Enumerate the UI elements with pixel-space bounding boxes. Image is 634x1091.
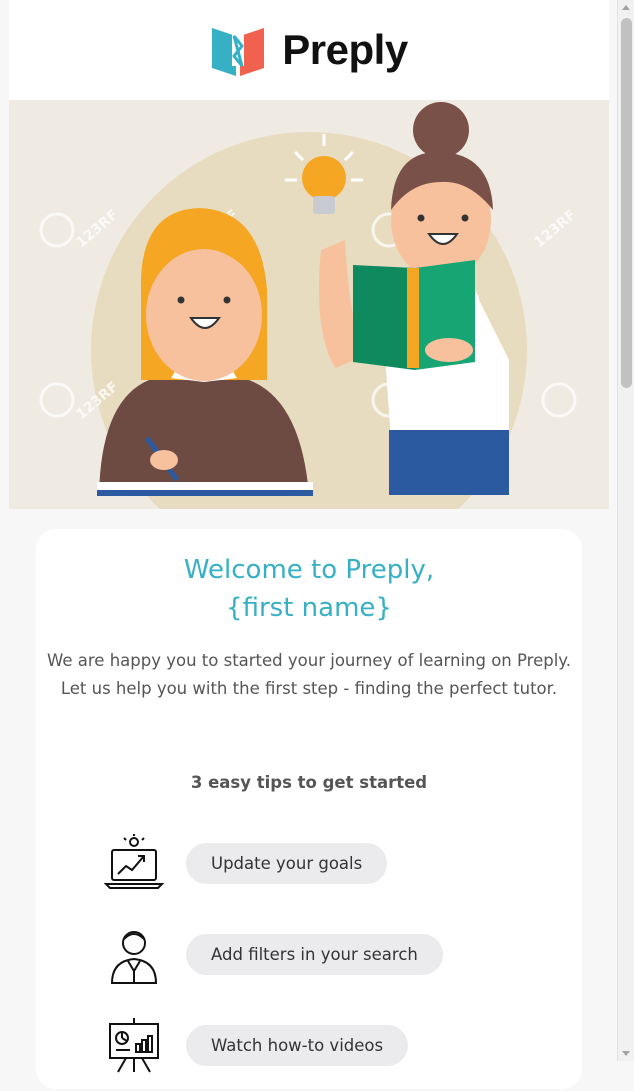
laptop-growth-icon — [104, 833, 164, 889]
intro-line-1: We are happy you to started your journey… — [47, 651, 571, 670]
intro-line-2: Let us help you with the first step - fi… — [60, 679, 558, 698]
welcome-heading: Welcome to Preply, {first name} — [36, 551, 582, 627]
tips-heading: 3 easy tips to get started — [190, 773, 428, 792]
tip-item: Add filters in your search — [104, 909, 582, 1000]
welcome-line-1: Welcome to Preply, — [183, 555, 435, 585]
intro-text: We are happy you to started your journey… — [46, 647, 572, 703]
presentation-board-icon — [109, 1017, 159, 1072]
add-filters-button[interactable]: Add filters in your search — [186, 934, 443, 975]
brand-name: Preply — [282, 26, 408, 73]
hero-illustration: 123RF 123RF 123RF 123RF 123RF 123RF — [9, 100, 609, 509]
page-scrollbar[interactable] — [617, 0, 634, 1061]
welcome-line-2: {first name} — [226, 593, 392, 623]
student-teacher-illustration: 123RF 123RF 123RF 123RF 123RF 123RF — [9, 100, 609, 509]
person-icon — [110, 930, 158, 984]
scroll-down-icon[interactable] — [622, 1051, 630, 1056]
email-container: Preply 123RF 123RF 123RF 123RF 123RF — [9, 0, 609, 1089]
update-goals-button[interactable]: Update your goals — [186, 843, 388, 884]
scrollbar-thumb[interactable] — [621, 18, 632, 388]
welcome-card: Welcome to Preply, {first name} We are h… — [36, 529, 582, 1089]
tips-list: Update your goals Add filters in your se… — [36, 818, 582, 1091]
scroll-up-icon[interactable] — [622, 5, 630, 10]
preply-logo-icon — [212, 28, 265, 76]
tip-item: Watch how-to videos — [104, 1000, 582, 1091]
header: Preply — [9, 0, 609, 100]
watch-videos-button[interactable]: Watch how-to videos — [186, 1025, 409, 1066]
tip-item: Update your goals — [104, 818, 582, 909]
